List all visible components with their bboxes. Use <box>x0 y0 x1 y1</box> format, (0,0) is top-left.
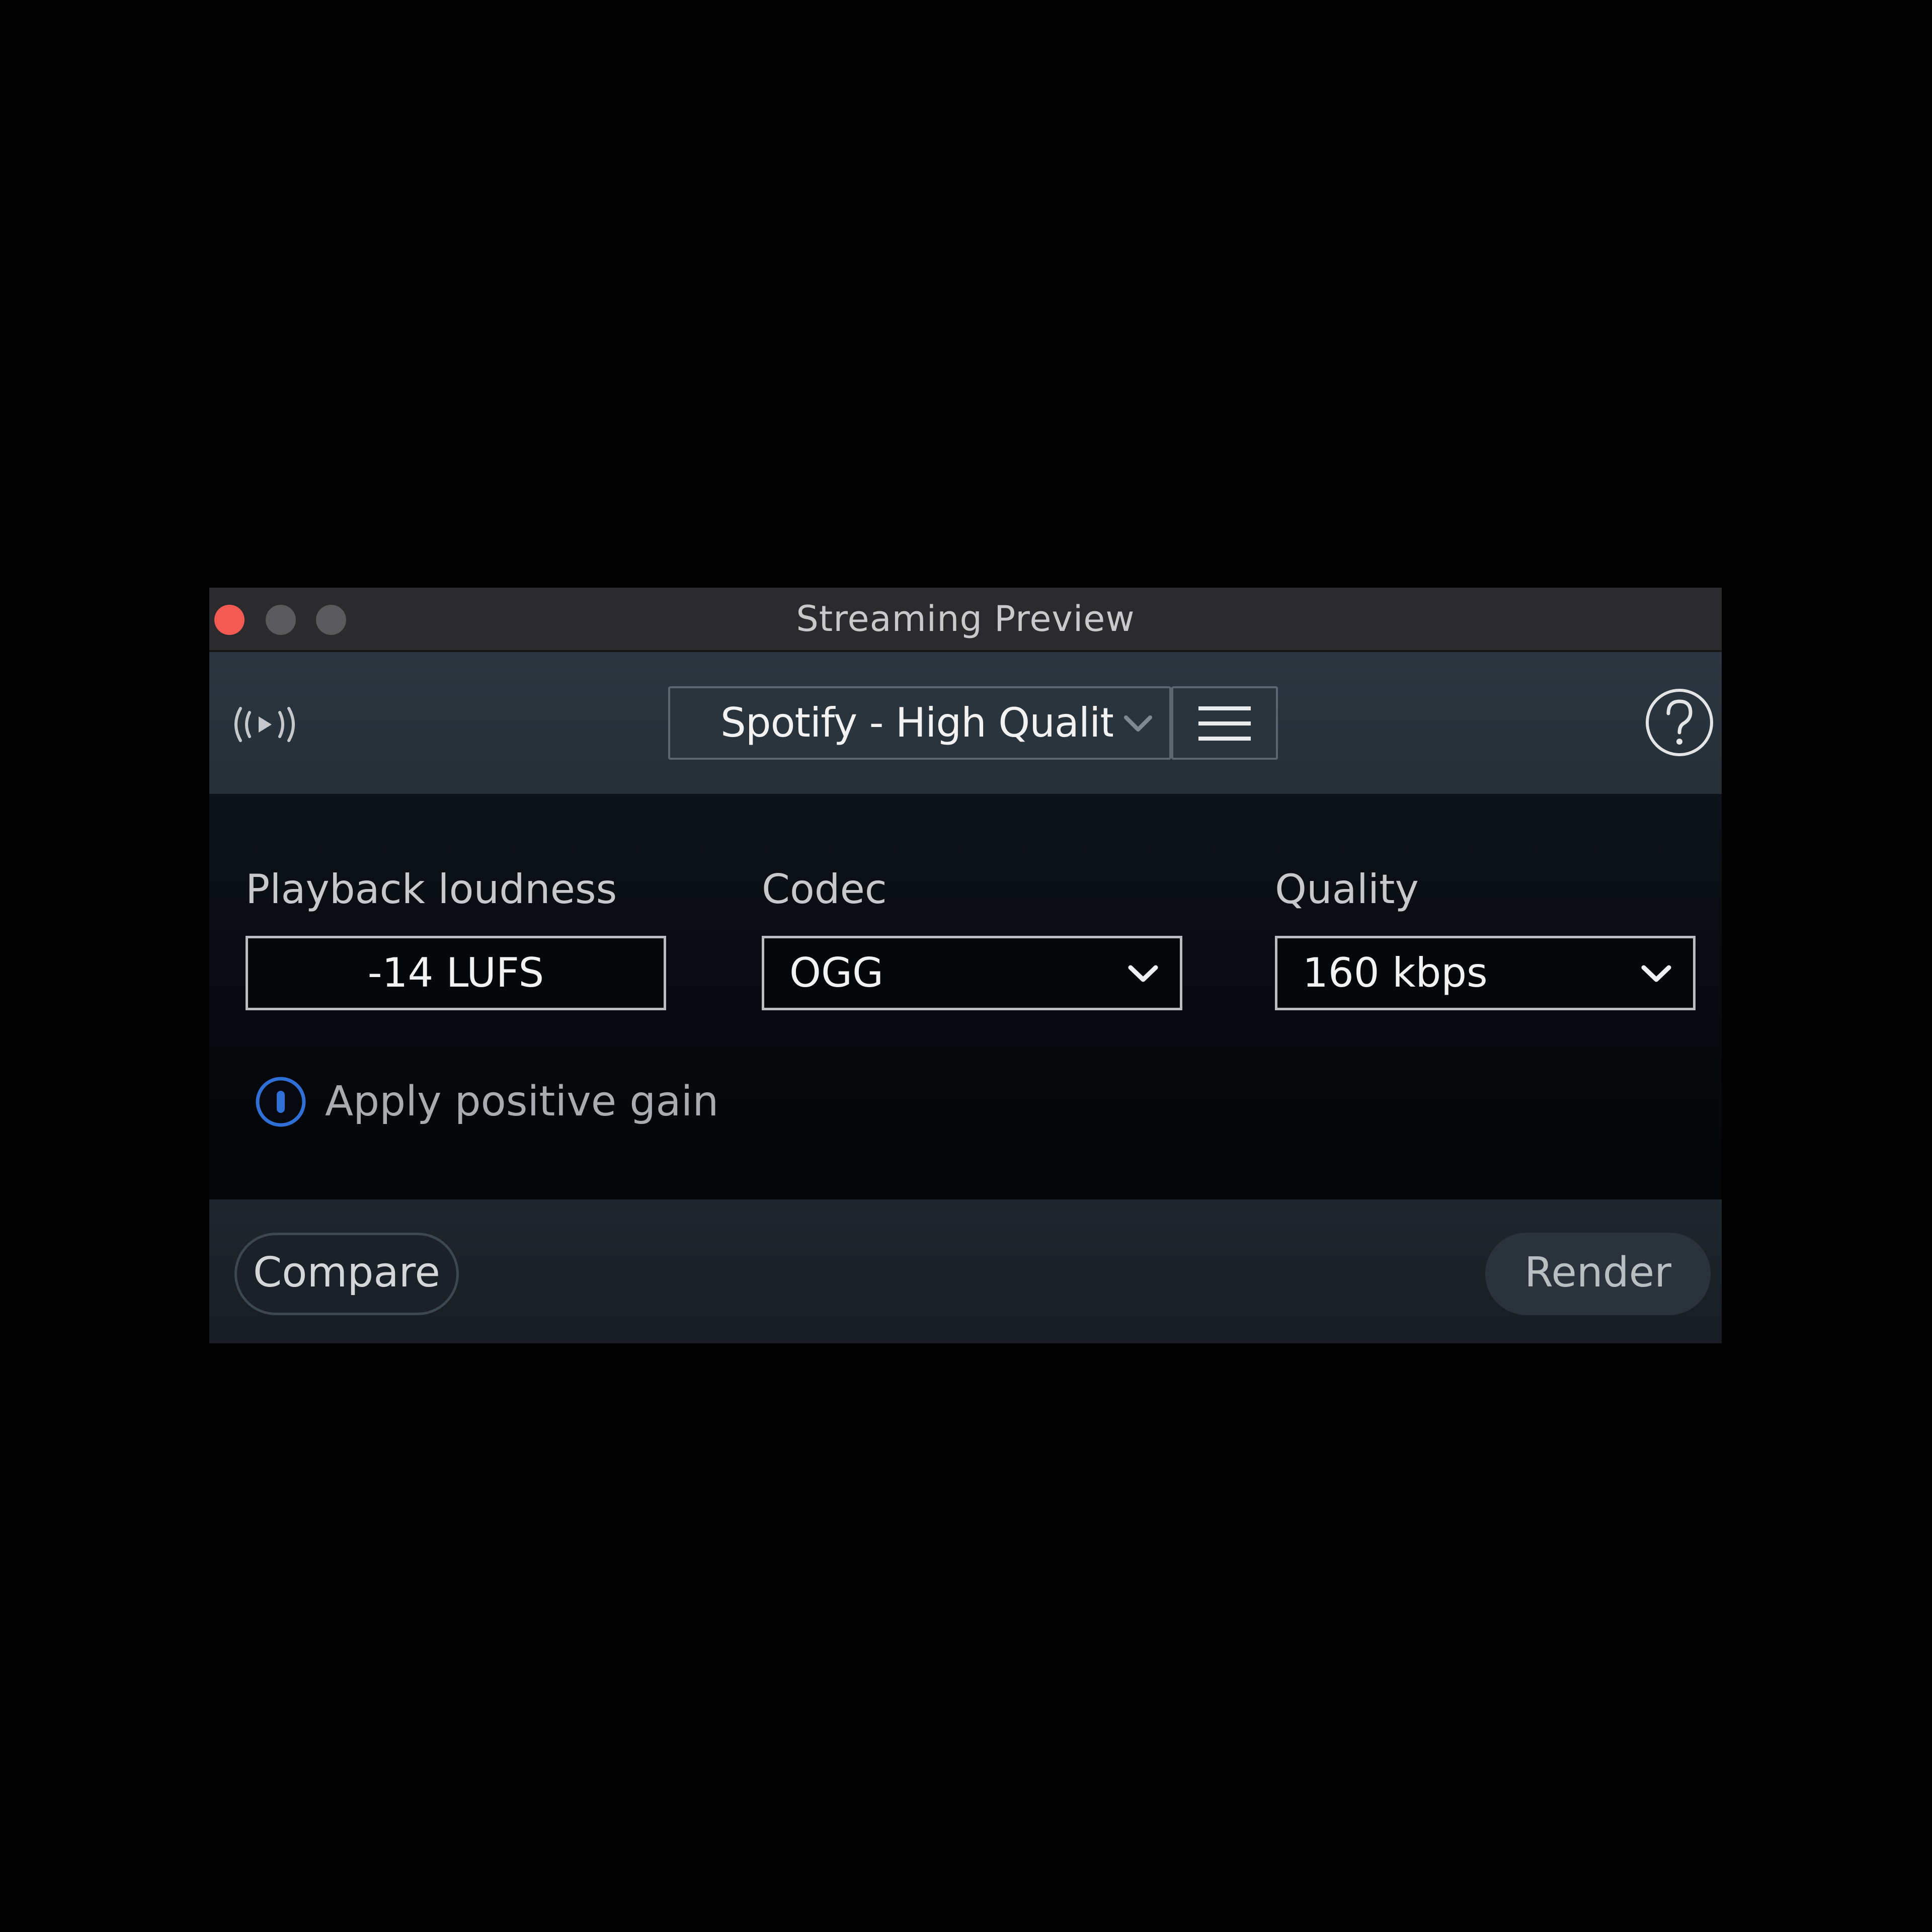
title-bar[interactable]: Streaming Preview <box>209 588 1722 652</box>
preset-dropdown[interactable]: Spotify - High Quality <box>668 686 1171 760</box>
hamburger-menu-icon <box>1198 703 1251 744</box>
chevron-down-icon <box>1125 960 1161 989</box>
codec-label: Codec <box>762 866 887 913</box>
question-mark-icon <box>1646 689 1713 756</box>
preset-select[interactable]: Spotify - High Quality <box>670 688 1173 758</box>
quality-dropdown[interactable]: 160 kbps <box>1275 936 1696 1010</box>
streaming-play-icon[interactable] <box>229 704 300 745</box>
help-button[interactable] <box>1644 687 1715 758</box>
playback-loudness-value: -14 LUFS <box>367 949 544 996</box>
quality-value: 160 kbps <box>1303 949 1488 996</box>
settings-panel: Playback loudness -14 LUFS Codec OGG Qua… <box>209 794 1722 1199</box>
apply-positive-gain-label: Apply positive gain <box>325 1078 719 1125</box>
window-title: Streaming Preview <box>796 598 1135 639</box>
apply-positive-gain-toggle[interactable] <box>255 1076 307 1128</box>
codec-value: OGG <box>789 949 883 996</box>
compare-button[interactable]: Compare <box>234 1233 459 1315</box>
toolbar: Spotify - High Quality <box>209 652 1722 794</box>
quality-label: Quality <box>1275 866 1419 913</box>
streaming-preview-window: Streaming Preview Spotify - High Quality <box>209 588 1722 1343</box>
playback-loudness-field[interactable]: -14 LUFS <box>246 936 666 1010</box>
preset-label: Spotify - High Quality <box>720 699 1113 746</box>
render-button[interactable]: Render <box>1485 1233 1711 1315</box>
chevron-down-icon <box>1639 960 1674 989</box>
footer-bar: Compare Render <box>209 1199 1722 1343</box>
codec-dropdown[interactable]: OGG <box>762 936 1182 1010</box>
chevron-down-icon <box>1122 708 1154 739</box>
playback-loudness-label: Playback loudness <box>246 866 617 913</box>
preset-menu-button[interactable] <box>1171 686 1278 760</box>
